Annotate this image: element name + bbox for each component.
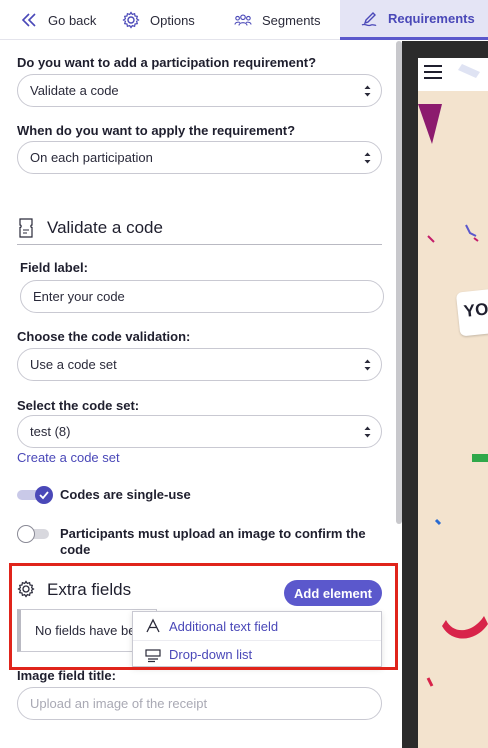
tab-options[interactable]: Options — [106, 0, 216, 40]
apply-question: When do you want to apply the requiremen… — [17, 123, 296, 138]
validation-question: Choose the code validation: — [17, 329, 191, 344]
ticket-icon — [17, 218, 37, 238]
image-field-title-input[interactable]: Upload an image of the receipt — [17, 687, 382, 720]
top-tab-bar: Go back Options Segments Requirements — [0, 0, 488, 40]
pen-signature-icon — [360, 10, 378, 28]
section-divider — [17, 244, 382, 245]
participation-select[interactable]: Validate a code — [17, 74, 382, 107]
select-arrows-icon — [364, 152, 371, 164]
create-code-set-link[interactable]: Create a code set — [17, 450, 120, 465]
confetti-decoration — [418, 64, 488, 687]
upload-image-label: Participants must upload an image to con… — [60, 526, 366, 557]
code-set-select[interactable]: test (8) — [17, 415, 382, 448]
participation-select-value: Validate a code — [30, 83, 119, 98]
select-arrows-icon — [364, 426, 371, 438]
apply-select[interactable]: On each participation — [17, 141, 382, 174]
code-set-question: Select the code set: — [17, 398, 140, 413]
tab-options-label: Options — [150, 12, 195, 28]
select-arrows-icon — [364, 359, 371, 371]
image-field-title-label: Image field title: — [17, 668, 116, 683]
apply-select-value: On each participation — [30, 150, 153, 165]
tab-requirements-label: Requirements — [388, 11, 475, 26]
toggle-knob — [17, 525, 35, 543]
preview-speech-bubble: YO — [455, 287, 488, 337]
single-use-toggle[interactable] — [17, 486, 53, 504]
double-chevron-left-icon — [20, 11, 38, 29]
tab-requirements[interactable]: Requirements — [340, 0, 488, 40]
tab-segments-label: Segments — [262, 12, 321, 28]
validation-select[interactable]: Use a code set — [17, 348, 382, 381]
validate-code-title-text: Validate a code — [47, 218, 163, 237]
tab-segments[interactable]: Segments — [216, 0, 340, 40]
select-arrows-icon — [364, 85, 371, 97]
checkmark-icon — [39, 491, 49, 500]
participation-question: Do you want to add a participation requi… — [17, 55, 317, 70]
code-set-select-value: test (8) — [30, 424, 71, 439]
validate-code-section-title: Validate a code — [17, 218, 163, 238]
field-label-question: Field label: — [20, 260, 88, 275]
field-label-input[interactable]: Enter your code — [20, 280, 384, 313]
single-use-label: Codes are single-use — [60, 487, 191, 502]
upload-image-toggle[interactable] — [17, 525, 51, 543]
users-group-icon — [234, 11, 252, 29]
extra-fields-highlight — [9, 563, 398, 670]
toggle-knob — [35, 486, 53, 504]
tab-go-back-label: Go back — [48, 12, 97, 28]
validation-select-value: Use a code set — [30, 357, 117, 372]
tab-go-back[interactable]: Go back — [0, 0, 106, 40]
game-preview: YO — [418, 58, 488, 748]
gear-icon — [122, 11, 140, 29]
